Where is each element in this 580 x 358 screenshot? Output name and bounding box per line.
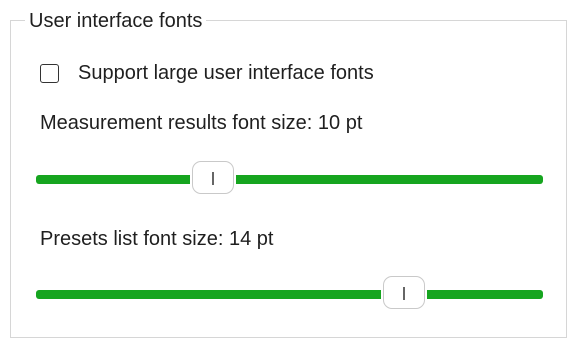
large-fonts-checkbox-label[interactable]: Support large user interface fonts (78, 61, 374, 85)
large-fonts-checkbox[interactable] (40, 63, 59, 83)
slider-thumb[interactable] (192, 161, 235, 194)
presets-font-size-label: Presets list font size: 14 pt (40, 228, 274, 250)
groupbox-title: User interface fonts (25, 9, 207, 33)
measurement-font-size-slider[interactable] (36, 161, 543, 197)
slider-thumb[interactable] (382, 276, 425, 309)
presets-font-size-slider[interactable] (36, 276, 543, 312)
ui-fonts-panel: User interface fonts Support large user … (0, 0, 580, 358)
grip-icon (212, 172, 215, 185)
measurement-font-size-label: Measurement results font size: 10 pt (40, 112, 363, 134)
grip-icon (402, 287, 405, 300)
slider-track[interactable] (36, 175, 543, 184)
large-fonts-checkbox-row[interactable]: Support large user interface fonts (40, 60, 374, 86)
slider-track[interactable] (36, 290, 543, 299)
